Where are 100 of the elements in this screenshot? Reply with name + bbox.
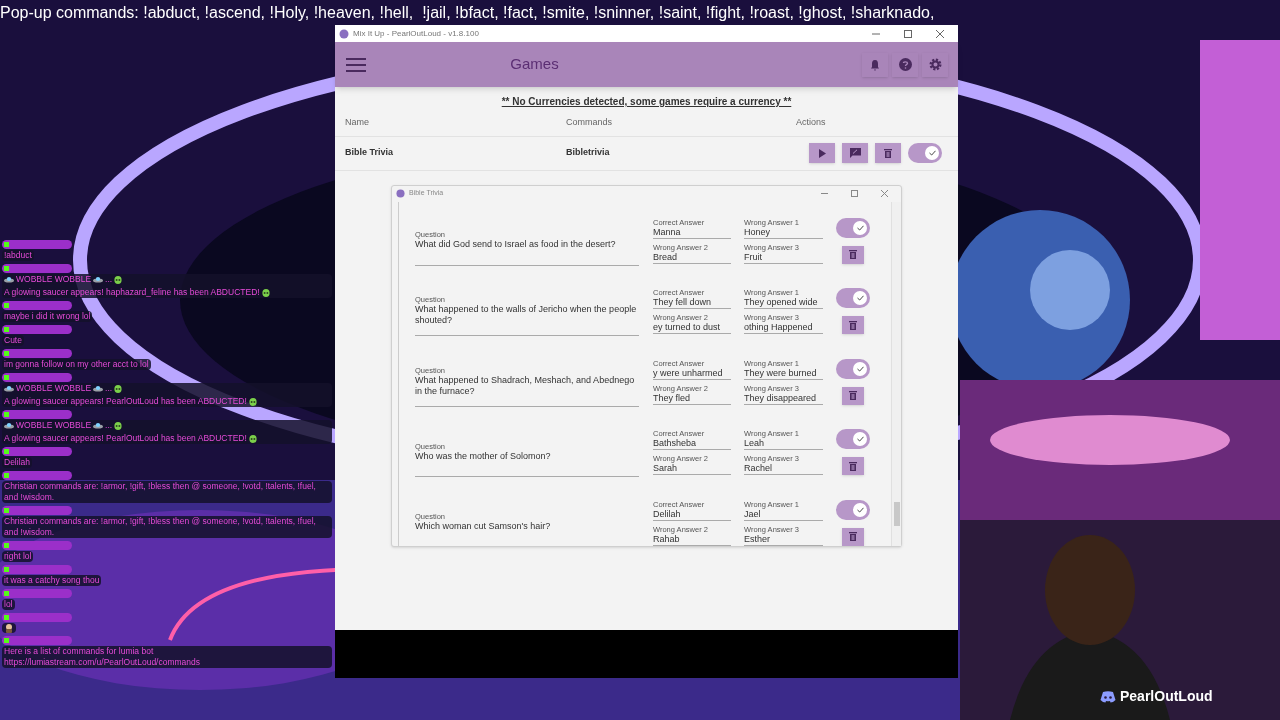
discord-icon [1100, 690, 1116, 703]
edit-button[interactable] [842, 143, 868, 163]
username-badge [2, 613, 72, 622]
username-badge [2, 240, 72, 249]
chat-message: Here is a list of commands for lumia bot https://lumiastream.com/u/PearlOutLoud/commands [4, 646, 202, 668]
play-icon [818, 148, 826, 158]
comment-edit-icon [849, 148, 861, 158]
username-badge [2, 506, 72, 515]
toggle-switch[interactable] [836, 358, 870, 379]
alien-icon [114, 384, 123, 393]
trash-icon [884, 148, 892, 158]
username-badge [2, 301, 72, 310]
settings-icon [928, 58, 942, 71]
app-logo-icon [339, 28, 349, 39]
menu-icon[interactable] [345, 56, 367, 73]
chat-message: WOBBLE WOBBLE [16, 420, 92, 431]
username-badge [2, 541, 72, 550]
alien-icon [114, 421, 123, 430]
bell-icon [869, 58, 881, 71]
help-button[interactable] [892, 52, 918, 77]
username-badge [2, 565, 72, 574]
ufo-icon [93, 385, 104, 392]
trash-icon [849, 532, 857, 542]
maximize-icon [904, 29, 912, 38]
chat-message: Christian commands are: !armor, !gift, !bless then @ someone, !votd, !talents, !fuel, and !wisdom. [4, 481, 317, 503]
chat-message: ... [105, 274, 113, 285]
game-command: Bibletrivia [566, 146, 611, 160]
chat-message: Christian commands are: !armor, !gift, !bless then @ someone, !votd, !talents, !fuel, and !wisdom. [4, 516, 317, 538]
close-icon [936, 29, 944, 38]
check-icon [856, 365, 864, 372]
username-badge [2, 589, 72, 598]
chat-message: !abduct [4, 250, 32, 261]
username-badge [2, 447, 72, 456]
username-badge [2, 636, 72, 645]
game-name: Bible Trivia [344, 146, 395, 160]
trash-icon [849, 461, 857, 471]
commands-text: Pop-up commands: !abduct, !ascend, !Holy, !heaven, !hell, !jail, !bfact, !fact, !smite, !sninner, !saint, !fight, !roast, !ghost, !sharknado, [0, 3, 935, 23]
toggle-switch[interactable] [908, 143, 942, 163]
column-header: Name [344, 116, 370, 129]
chat-message: right lol [4, 551, 32, 562]
page-title: Games [510, 54, 559, 75]
check-icon [856, 224, 864, 231]
username-badge [2, 349, 72, 358]
delete-button[interactable] [842, 245, 864, 264]
ufo-icon [4, 385, 14, 392]
play-button[interactable] [809, 143, 835, 163]
chat-message: maybe i did it wrong lol [4, 311, 91, 322]
trash-icon [849, 320, 857, 330]
column-header: Actions [796, 116, 827, 129]
delete-button[interactable] [842, 457, 864, 476]
scrollbar-thumb[interactable] [894, 501, 900, 526]
app-logo-icon [396, 189, 405, 198]
sticker-icon [4, 623, 14, 633]
alien-icon [261, 288, 270, 297]
check-icon [856, 436, 864, 443]
currency-notice: ** No Currencies detected, some games require a currency ** [501, 95, 792, 109]
delete-button[interactable] [842, 386, 864, 405]
chat-message: ... [105, 420, 113, 431]
chat-message: it was a catchy song thou [4, 575, 100, 586]
settings-button[interactable] [922, 52, 948, 77]
toggle-switch[interactable] [836, 429, 870, 450]
username-badge [2, 325, 72, 334]
username-badge [2, 410, 72, 419]
chat-message: im gonna follow on my other acct to lol [4, 359, 149, 370]
check-icon [856, 506, 864, 513]
streamer-name: PearlOutLoud [1120, 687, 1213, 706]
username-badge [2, 373, 72, 382]
notifications-button[interactable] [862, 52, 888, 77]
chat-message: lol [4, 599, 13, 610]
username-badge [2, 264, 72, 273]
chat-message: A glowing saucer appears! PearlOutLoud has been ABDUCTED! [4, 433, 247, 444]
minimize-icon [820, 190, 828, 197]
alien-icon [114, 275, 123, 284]
chat-message: WOBBLE WOBBLE [16, 383, 92, 394]
scrollbar[interactable] [891, 201, 901, 546]
trash-icon [849, 391, 857, 401]
help-icon [898, 58, 912, 71]
column-header: Commands [566, 116, 613, 129]
trash-icon [849, 250, 857, 260]
chat-message: A glowing saucer appears! haphazard_feline has been ABDUCTED! [4, 287, 260, 298]
delete-button[interactable] [875, 143, 901, 163]
maximize-icon [850, 190, 858, 197]
delete-button[interactable] [842, 316, 864, 335]
toggle-switch[interactable] [836, 499, 870, 520]
close-icon [880, 190, 888, 197]
check-icon [856, 295, 864, 302]
chat-message: A glowing saucer appears! PearlOutLoud has been ABDUCTED! [4, 396, 247, 407]
chat-message: Cute [4, 335, 22, 346]
ufo-icon [93, 276, 104, 283]
alien-icon [248, 434, 257, 443]
chat-message: Delilah [4, 457, 30, 468]
toggle-switch[interactable] [836, 217, 870, 238]
chat-message: WOBBLE WOBBLE [16, 274, 92, 285]
username-badge [2, 471, 72, 480]
ufo-icon [4, 422, 14, 429]
ufo-icon [93, 422, 104, 429]
delete-button[interactable] [842, 527, 864, 546]
toggle-switch[interactable] [836, 288, 870, 309]
chat-message: ... [105, 383, 113, 394]
window-title: Mix It Up - PearlOutLoud - v1.8.100 [353, 27, 479, 40]
